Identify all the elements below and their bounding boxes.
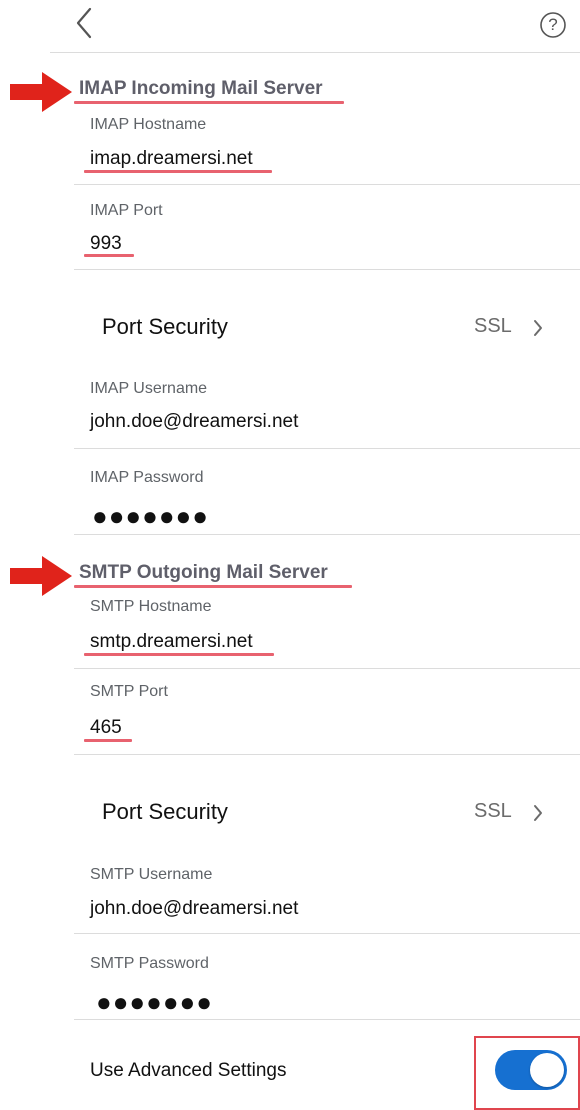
value-underline bbox=[84, 739, 132, 742]
smtp-username-field[interactable]: john.doe@dreamersi.net bbox=[90, 898, 298, 920]
smtp-username-label: SMTP Username bbox=[90, 866, 213, 883]
row-divider bbox=[74, 534, 580, 535]
port-security-label: Port Security bbox=[102, 314, 228, 339]
row-divider bbox=[74, 184, 580, 185]
section-title-underline bbox=[74, 585, 352, 588]
smtp-password-field[interactable]: ●●●●●●● bbox=[96, 989, 213, 1015]
help-glyph: ? bbox=[548, 15, 558, 34]
smtp-port-security-row[interactable]: Port Security SSL bbox=[74, 781, 580, 841]
advanced-settings-toggle[interactable] bbox=[495, 1050, 567, 1090]
smtp-password-label: SMTP Password bbox=[90, 955, 209, 972]
smtp-hostname-label: SMTP Hostname bbox=[90, 598, 212, 615]
imap-password-label: IMAP Password bbox=[90, 469, 204, 486]
annotation-arrow-icon bbox=[10, 556, 72, 596]
port-security-label: Port Security bbox=[102, 799, 228, 824]
imap-port-label: IMAP Port bbox=[90, 202, 163, 219]
imap-password-field[interactable]: ●●●●●●● bbox=[92, 503, 209, 529]
advanced-settings-label: Use Advanced Settings bbox=[90, 1060, 287, 1081]
back-button[interactable] bbox=[70, 6, 100, 40]
port-security-value: SSL bbox=[474, 315, 512, 337]
row-divider bbox=[74, 448, 580, 449]
row-divider bbox=[74, 269, 580, 270]
chevron-right-icon bbox=[534, 320, 542, 336]
row-divider bbox=[74, 668, 580, 669]
imap-hostname-field[interactable]: imap.dreamersi.net bbox=[90, 148, 253, 170]
value-underline bbox=[84, 254, 134, 257]
row-divider bbox=[74, 1019, 580, 1020]
imap-section-title: IMAP Incoming Mail Server bbox=[79, 78, 323, 99]
chevron-left-icon bbox=[76, 7, 92, 39]
imap-port-security-row[interactable]: Port Security SSL bbox=[74, 296, 580, 356]
chevron-right-icon bbox=[534, 805, 542, 821]
value-underline bbox=[84, 170, 272, 173]
header-divider bbox=[50, 52, 580, 53]
section-title-underline bbox=[74, 101, 344, 104]
imap-username-field[interactable]: john.doe@dreamersi.net bbox=[90, 411, 298, 433]
smtp-hostname-field[interactable]: smtp.dreamersi.net bbox=[90, 631, 253, 653]
toggle-knob bbox=[530, 1053, 564, 1087]
imap-port-field[interactable]: 993 bbox=[90, 233, 122, 255]
value-underline bbox=[84, 653, 274, 656]
imap-hostname-label: IMAP Hostname bbox=[90, 116, 207, 133]
smtp-section-title: SMTP Outgoing Mail Server bbox=[79, 562, 328, 583]
imap-username-label: IMAP Username bbox=[90, 380, 208, 397]
port-security-value: SSL bbox=[474, 800, 512, 822]
help-button[interactable]: ? bbox=[538, 10, 568, 40]
smtp-port-field[interactable]: 465 bbox=[90, 717, 122, 739]
smtp-port-label: SMTP Port bbox=[90, 683, 168, 700]
annotation-arrow-icon bbox=[10, 72, 72, 112]
row-divider bbox=[74, 933, 580, 934]
row-divider bbox=[74, 754, 580, 755]
